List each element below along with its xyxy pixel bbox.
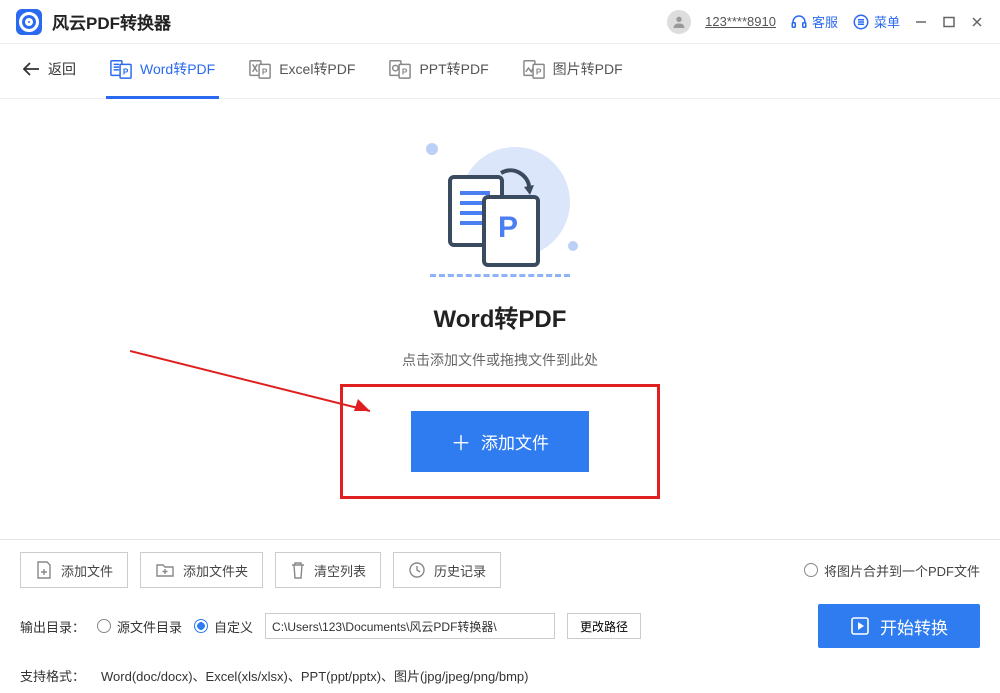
menu-button[interactable]: 菜单	[852, 12, 900, 31]
arrow-left-icon	[22, 62, 40, 76]
tab-label: 图片转PDF	[553, 59, 623, 79]
toolbar-add-file-label: 添加文件	[61, 561, 113, 580]
output-dir-label: 输出目录：	[20, 617, 85, 636]
image-icon: P	[523, 58, 545, 80]
support-label: 客服	[812, 12, 838, 31]
start-convert-label: 开始转换	[880, 614, 948, 639]
tab-image-to-pdf[interactable]: P 图片转PDF	[523, 58, 623, 98]
toolbar-add-folder-label: 添加文件夹	[183, 561, 248, 580]
radio-icon	[97, 619, 111, 633]
minimize-button[interactable]	[914, 15, 928, 29]
maximize-button[interactable]	[942, 15, 956, 29]
menu-icon	[852, 13, 870, 31]
toolbar-history[interactable]: 历史记录	[393, 552, 501, 588]
plus-icon: ＋	[451, 427, 471, 456]
menu-label: 菜单	[874, 12, 900, 31]
toolbar-clear-label: 清空列表	[314, 561, 366, 580]
title-bar: 风云PDF转换器 123****8910 客服 菜单	[0, 0, 1000, 44]
tab-excel-to-pdf[interactable]: P Excel转PDF	[249, 58, 355, 98]
tab-label: Word转PDF	[140, 59, 215, 79]
toolbar-add-folder[interactable]: 添加文件夹	[140, 552, 263, 588]
radio-source-dir[interactable]: 源文件目录	[97, 617, 182, 636]
start-convert-button[interactable]: 开始转换	[818, 604, 980, 648]
merge-option[interactable]: 将图片合并到一个PDF文件	[804, 561, 980, 580]
add-file-label: 添加文件	[481, 429, 549, 454]
tab-ppt-to-pdf[interactable]: P PPT转PDF	[389, 58, 488, 98]
bottom-panel: 添加文件 添加文件夹 清空列表 历史记录 将图片合并到一个PDF文件 输出目录：…	[0, 539, 1000, 693]
svg-text:P: P	[262, 68, 268, 77]
avatar-icon[interactable]	[667, 10, 691, 34]
toolbar-history-label: 历史记录	[434, 561, 486, 580]
file-plus-icon	[35, 560, 53, 580]
tab-label: PPT转PDF	[419, 59, 488, 79]
convert-arrow-icon	[496, 167, 536, 197]
formats-label: 支持格式：	[20, 666, 85, 685]
toolbar-clear-list[interactable]: 清空列表	[275, 552, 381, 588]
radio-icon	[804, 563, 818, 577]
close-button[interactable]	[970, 15, 984, 29]
play-icon	[850, 616, 870, 636]
clock-icon	[408, 561, 426, 579]
app-logo-icon	[16, 9, 42, 35]
main-area: Word转PDF 点击添加文件或拖拽文件到此处 ＋ 添加文件	[0, 99, 1000, 539]
radio-source-label: 源文件目录	[117, 617, 182, 636]
headset-icon	[790, 13, 808, 31]
back-button[interactable]: 返回	[22, 59, 76, 97]
trash-icon	[290, 560, 306, 580]
user-id[interactable]: 123****8910	[705, 14, 776, 29]
word-icon: P	[110, 58, 132, 80]
svg-text:P: P	[402, 68, 408, 77]
svg-text:P: P	[123, 68, 129, 77]
radio-custom-dir[interactable]: 自定义	[194, 617, 253, 636]
svg-text:P: P	[536, 68, 542, 77]
radio-custom-label: 自定义	[214, 617, 253, 636]
excel-icon: P	[249, 58, 271, 80]
merge-label: 将图片合并到一个PDF文件	[824, 561, 980, 580]
page-subheading: 点击添加文件或拖拽文件到此处	[402, 350, 598, 370]
app-title: 风云PDF转换器	[52, 9, 171, 34]
tab-label: Excel转PDF	[279, 59, 355, 79]
formats-value: Word(doc/docx)、Excel(xls/xlsx)、PPT(ppt/p…	[101, 666, 528, 685]
back-label: 返回	[48, 59, 76, 79]
annotation-highlight: ＋ 添加文件	[340, 384, 660, 499]
illustration	[420, 139, 580, 279]
toolbar-add-file[interactable]: 添加文件	[20, 552, 128, 588]
output-path-input[interactable]	[265, 613, 555, 639]
page-heading: Word转PDF	[434, 299, 567, 334]
radio-icon	[194, 619, 208, 633]
tabs-bar: 返回 P Word转PDF P Excel转PDF P PPT转PDF P 图片…	[0, 44, 1000, 99]
tab-word-to-pdf[interactable]: P Word转PDF	[110, 58, 215, 98]
change-path-button[interactable]: 更改路径	[567, 613, 641, 639]
support-button[interactable]: 客服	[790, 12, 838, 31]
folder-plus-icon	[155, 561, 175, 579]
ppt-icon: P	[389, 58, 411, 80]
add-file-button[interactable]: ＋ 添加文件	[411, 411, 589, 472]
